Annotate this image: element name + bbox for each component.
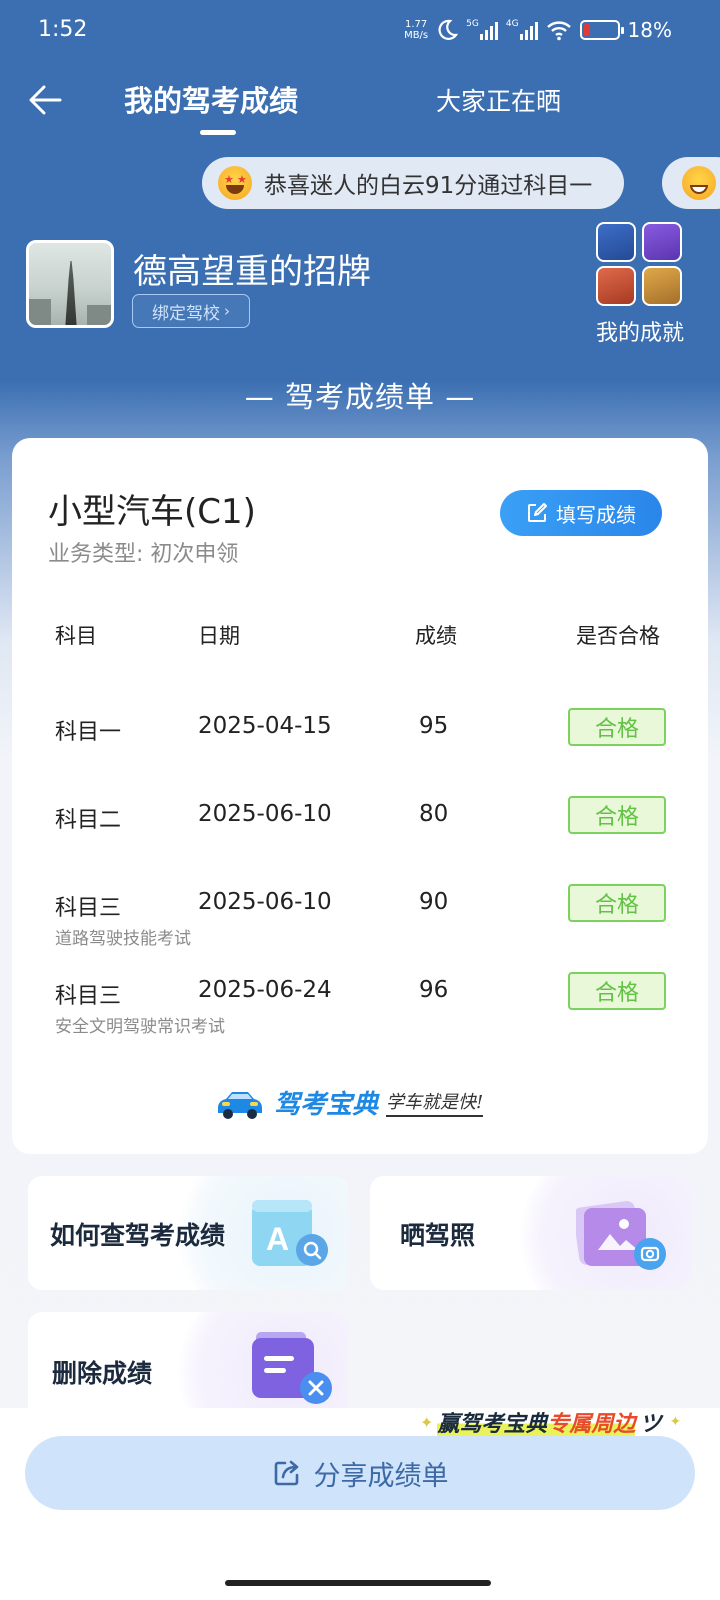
row-score: 96 — [419, 977, 449, 1003]
signal-5g: 5G — [466, 20, 498, 40]
sparkle-icon: ✦ — [420, 1412, 434, 1432]
section-title: — 驾考成绩单 — — [244, 380, 476, 414]
signal-4g: 4G — [506, 20, 538, 40]
badge-icon — [642, 266, 682, 306]
car-logo-icon — [218, 1091, 262, 1119]
badge-icon — [596, 222, 636, 262]
tile-label: 删除成绩 — [52, 1359, 153, 1388]
ticker-message: 恭喜迷人的白云91分通过科目一 — [264, 173, 593, 199]
pass-badge: 合格 — [568, 972, 666, 1010]
tab-everyone-sharing[interactable]: 大家正在晒 — [436, 82, 561, 118]
vehicle-type: 小型汽车(C1) — [48, 492, 256, 532]
fill-score-button[interactable]: 填写成绩 — [500, 490, 662, 536]
moon-icon — [438, 19, 459, 40]
tile-share-license[interactable]: 晒驾照 — [370, 1176, 692, 1290]
badge-icon — [642, 222, 682, 262]
row-score: 80 — [419, 801, 449, 827]
congrats-ticker: ★ ★ 恭喜迷人的白云91分通过科目一 — [202, 157, 624, 209]
row-note: 道路驾驶技能考试 — [55, 929, 191, 949]
row-date: 2025-06-10 — [198, 801, 332, 827]
photo-share-icon — [576, 1201, 666, 1270]
share-icon — [274, 1460, 298, 1486]
share-scorecard-button[interactable]: 分享成绩单 — [25, 1436, 695, 1510]
row-date: 2025-06-24 — [198, 977, 332, 1003]
delete-document-icon — [252, 1332, 332, 1404]
row-subject: 科目三 — [55, 896, 122, 921]
avatar[interactable] — [26, 240, 114, 328]
status-icons: 1.77 MB/s 5G 4G 18% — [404, 18, 672, 42]
net-speed: 1.77 MB/s — [404, 19, 429, 41]
row-subject: 科目二 — [55, 808, 122, 833]
back-arrow-icon[interactable] — [26, 80, 66, 120]
edit-icon — [528, 503, 547, 522]
chevron-right-icon: › — [224, 302, 230, 320]
row-subject: 科目三 — [55, 984, 122, 1009]
battery-icon — [579, 20, 624, 40]
col-header-score: 成绩 — [415, 624, 457, 648]
row-date: 2025-06-10 — [198, 889, 332, 915]
business-type: 业务类型: 初次申领 — [48, 542, 239, 567]
sparkle-icon: ✦ — [669, 1414, 682, 1430]
tile-how-to-query[interactable]: 如何查驾考成绩 A — [28, 1176, 348, 1290]
brand-name: 驾考宝典 — [274, 1090, 379, 1120]
tab-my-scores[interactable]: 我的驾考成绩 — [124, 78, 298, 120]
document-search-icon: A — [252, 1200, 328, 1266]
pass-badge: 合格 — [568, 708, 666, 746]
svg-text:A: A — [266, 1221, 289, 1257]
my-achievements-label[interactable]: 我的成就 — [596, 315, 684, 347]
home-indicator[interactable] — [225, 1580, 491, 1586]
congrats-ticker-next — [662, 157, 720, 209]
row-note: 安全文明驾驶常识考试 — [55, 1017, 225, 1037]
user-nickname: 德高望重的招牌 — [133, 252, 371, 292]
status-time: 1:52 — [38, 17, 88, 42]
signal-bars-icon — [479, 20, 498, 40]
row-score: 95 — [419, 713, 449, 739]
tile-label: 晒驾照 — [400, 1221, 476, 1250]
pass-badge: 合格 — [568, 884, 666, 922]
col-header-passed: 是否合格 — [576, 624, 660, 648]
row-score: 90 — [419, 889, 449, 915]
tab-active-indicator — [200, 130, 236, 135]
achievement-badges[interactable] — [596, 222, 688, 310]
status-bar: 1:52 1.77 MB/s 5G 4G 18% — [0, 0, 720, 62]
wifi-icon — [546, 21, 571, 41]
col-header-date: 日期 — [198, 624, 240, 648]
brand-logo: 驾考宝典 学车就是快! — [214, 1084, 484, 1121]
bind-school-button[interactable]: 绑定驾校 › — [132, 294, 250, 328]
signal-bars-icon — [519, 20, 538, 40]
grin-emoji-icon — [682, 166, 716, 200]
brand-slogan: 学车就是快! — [386, 1088, 484, 1117]
badge-icon — [596, 266, 636, 306]
col-header-subject: 科目 — [55, 624, 97, 648]
tile-label: 如何查驾考成绩 — [50, 1221, 226, 1250]
battery-percent: 18% — [627, 18, 672, 42]
smile-doodle-icon: ツ — [639, 1412, 662, 1437]
row-subject: 科目一 — [55, 720, 122, 745]
pass-badge: 合格 — [568, 796, 666, 834]
row-date: 2025-04-15 — [198, 713, 332, 739]
star-eyes-emoji-icon: ★ ★ — [218, 166, 252, 200]
